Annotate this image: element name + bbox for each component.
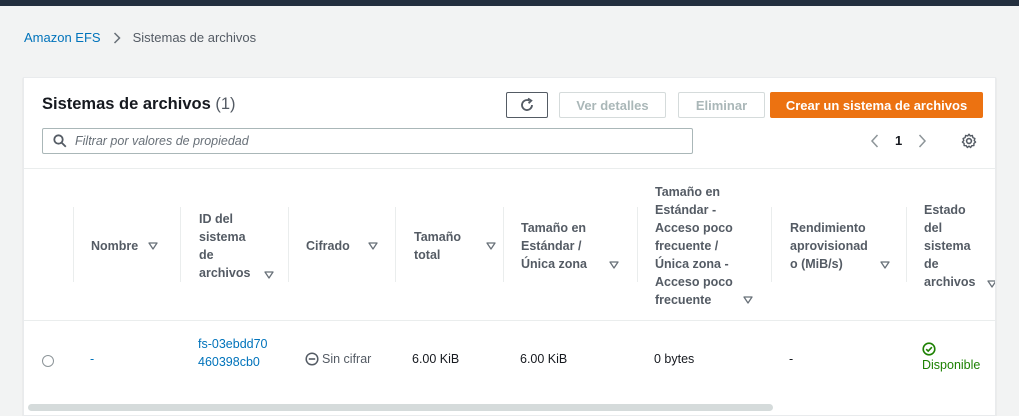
row-status: Disponible bbox=[922, 342, 980, 374]
column-header-label: Tamaño en Estándar / Única zona bbox=[521, 220, 587, 271]
filter-field[interactable] bbox=[42, 128, 693, 154]
sort-caret-icon bbox=[743, 296, 753, 304]
breadcrumb-root-link[interactable]: Amazon EFS bbox=[24, 30, 101, 45]
column-header-infrequent-access-size[interactable]: Tamaño en Estándar - Acceso poco frecuen… bbox=[655, 169, 753, 322]
encryption-value: Sin cifrar bbox=[322, 352, 372, 366]
sort-caret-icon bbox=[264, 271, 275, 279]
column-header-label: Nombre bbox=[91, 238, 139, 253]
throughput-value: - bbox=[789, 352, 794, 366]
search-icon bbox=[53, 134, 67, 148]
view-details-button[interactable]: Ver detalles bbox=[559, 92, 666, 118]
row-encryption: Sin cifrar bbox=[305, 352, 371, 366]
sort-caret-icon bbox=[987, 280, 995, 288]
standard-size-value: 6.00 KiB bbox=[520, 352, 568, 366]
filter-input[interactable] bbox=[75, 134, 655, 148]
column-header-provisioned-throughput[interactable]: Rendimiento aprovisionad o (MiB/s) bbox=[790, 169, 890, 322]
delete-button[interactable]: Eliminar bbox=[678, 92, 765, 118]
column-divider bbox=[771, 207, 772, 282]
column-header-name[interactable]: Nombre bbox=[91, 169, 158, 322]
top-navigation-bar bbox=[0, 0, 1019, 6]
row-total-size: 6.00 KiB bbox=[412, 352, 459, 366]
horizontal-scrollbar[interactable] bbox=[28, 404, 773, 411]
previous-page-icon[interactable] bbox=[870, 133, 880, 148]
row-infrequent-access-size: 0 bytes bbox=[654, 352, 694, 366]
page-title: Sistemas de archivos (1) bbox=[42, 95, 236, 114]
column-header-label: ID del sistema de archivos bbox=[199, 211, 251, 280]
current-page-number[interactable]: 1 bbox=[895, 133, 902, 148]
sort-caret-icon bbox=[148, 241, 158, 250]
refresh-button[interactable] bbox=[506, 92, 548, 118]
column-divider bbox=[73, 207, 74, 282]
status-badge: Disponible bbox=[922, 358, 981, 372]
breadcrumb-current: Sistemas de archivos bbox=[132, 30, 257, 45]
file-system-count: (1) bbox=[215, 95, 236, 113]
row-select-radio[interactable] bbox=[42, 355, 54, 367]
sort-caret-icon bbox=[368, 241, 378, 250]
column-divider bbox=[180, 207, 181, 282]
next-page-icon[interactable] bbox=[917, 133, 927, 148]
chevron-right-icon bbox=[113, 31, 121, 44]
column-header-file-system-id[interactable]: ID del sistema de archivos bbox=[199, 169, 275, 322]
table-header: Nombre ID del sistema de archivos Cifrad… bbox=[24, 168, 995, 322]
column-header-encryption[interactable]: Cifrado bbox=[306, 169, 378, 322]
column-header-total-size[interactable]: Tamaño total bbox=[414, 169, 496, 322]
column-header-label: Tamaño total bbox=[414, 229, 461, 262]
column-header-standard-size[interactable]: Tamaño en Estándar / Única zona bbox=[521, 169, 619, 322]
file-systems-panel: Sistemas de archivos (1) Ver detalles El… bbox=[23, 77, 996, 416]
total-size-value: 6.00 KiB bbox=[412, 352, 460, 366]
status-ok-icon bbox=[922, 342, 936, 356]
sort-caret-icon bbox=[880, 261, 890, 269]
file-system-id-link[interactable]: fs-03ebdd70460398cb0 bbox=[198, 335, 270, 371]
column-divider bbox=[637, 207, 638, 282]
row-name-link[interactable]: - bbox=[90, 352, 94, 366]
row-file-system-id[interactable]: fs-03ebdd70460398cb0 bbox=[198, 335, 270, 371]
gear-icon[interactable] bbox=[961, 133, 977, 149]
breadcrumb: Amazon EFS Sistemas de archivos bbox=[24, 30, 256, 45]
pagination: 1 bbox=[870, 133, 927, 148]
table-row[interactable]: - fs-03ebdd70460398cb0 Sin cifrar 6.00 K… bbox=[24, 321, 995, 401]
sort-caret-icon bbox=[609, 261, 619, 269]
row-name[interactable]: - bbox=[90, 352, 94, 366]
row-standard-size: 6.00 KiB bbox=[520, 352, 567, 366]
column-divider bbox=[906, 207, 907, 282]
column-header-file-system-state[interactable]: Estado del sistema de archivos bbox=[924, 169, 995, 322]
column-header-label: Estado del sistema de archivos bbox=[924, 202, 976, 289]
column-divider bbox=[503, 207, 504, 282]
refresh-icon bbox=[519, 97, 535, 113]
not-encrypted-icon bbox=[305, 352, 322, 366]
column-header-label: Tamaño en Estándar - Acceso poco frecuen… bbox=[655, 184, 733, 307]
ia-size-value: 0 bytes bbox=[654, 352, 695, 366]
panel-title-text: Sistemas de archivos bbox=[42, 95, 211, 113]
column-header-label: Rendimiento aprovisionad o (MiB/s) bbox=[790, 220, 868, 271]
row-throughput: - bbox=[789, 352, 793, 366]
sort-caret-icon bbox=[486, 241, 496, 250]
column-divider bbox=[395, 207, 396, 282]
column-divider bbox=[288, 207, 289, 282]
column-header-label: Cifrado bbox=[306, 238, 350, 253]
create-file-system-button[interactable]: Crear un sistema de archivos bbox=[770, 92, 983, 118]
